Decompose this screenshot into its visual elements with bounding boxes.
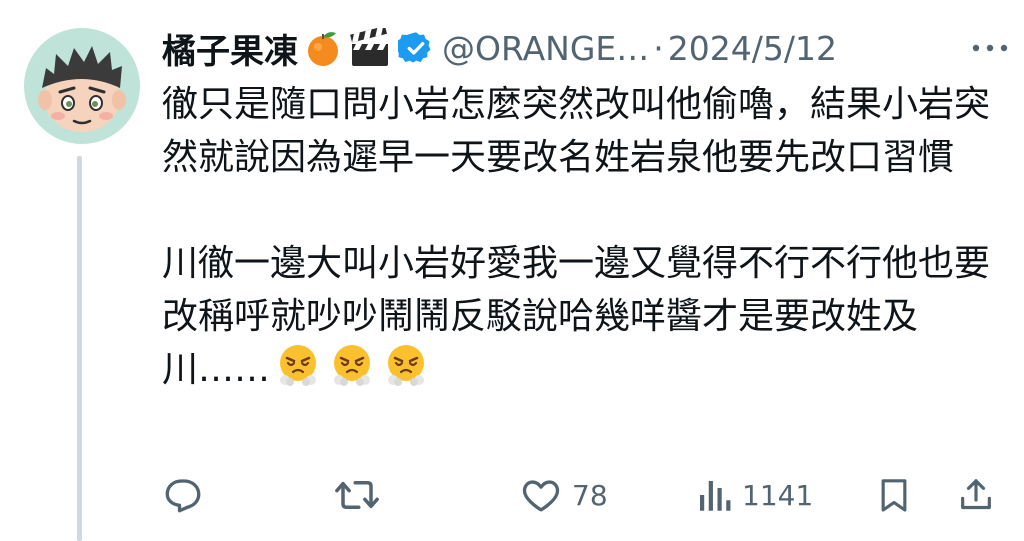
tweet-paragraph-1: 徹只是隨口問小岩怎麼突然改叫他偷嚕，結果小岩突然就說因為遲早一天要改名姓岩泉他要… bbox=[162, 84, 991, 178]
more-dots-icon[interactable] bbox=[970, 30, 1010, 60]
cartoon-boy-avatar-icon bbox=[38, 46, 126, 132]
avatar[interactable] bbox=[24, 28, 140, 144]
orange-emoji-icon bbox=[304, 28, 342, 68]
thread-line bbox=[77, 156, 82, 541]
steam-from-nose-emoji-icon bbox=[280, 345, 317, 386]
like-button[interactable]: 78 bbox=[520, 470, 608, 520]
retweet-button[interactable] bbox=[334, 470, 380, 520]
share-button[interactable] bbox=[956, 470, 996, 520]
trailing-emojis bbox=[276, 343, 428, 387]
reply-button[interactable] bbox=[162, 470, 204, 520]
steam-from-nose-emoji-icon bbox=[334, 345, 371, 386]
steam-from-nose-emoji-icon bbox=[388, 345, 425, 386]
user-handle[interactable]: @ORANGE… bbox=[442, 29, 649, 68]
views-count: 1141 bbox=[742, 478, 814, 512]
tweet-date[interactable]: 2024/5/12 bbox=[668, 29, 837, 68]
clapperboard-emoji-icon bbox=[348, 28, 392, 68]
tweet-paragraph-2: 川徹一邊大叫小岩好愛我一邊又覺得不行不行他也要改稱呼就吵吵鬧鬧反駁說哈幾咩醬才是… bbox=[162, 237, 1002, 396]
bookmark-icon bbox=[881, 479, 907, 512]
heart-icon bbox=[522, 480, 560, 512]
bookmark-button[interactable] bbox=[874, 470, 914, 520]
separator-dot: · bbox=[653, 28, 664, 68]
retweet-icon bbox=[335, 481, 379, 509]
display-name[interactable]: 橘子果凍 bbox=[162, 24, 298, 73]
like-count: 78 bbox=[572, 478, 608, 512]
share-icon bbox=[961, 479, 991, 510]
views-icon bbox=[700, 481, 731, 511]
tweet-header: 橘子果凍 @ORANGE… · 2024/5/12 bbox=[162, 20, 1012, 76]
verified-badge-icon[interactable] bbox=[398, 30, 434, 66]
views-button[interactable]: 1141 bbox=[696, 470, 813, 520]
tweet-text: 徹只是隨口問小岩怎麼突然改叫他偷嚕，結果小岩突然就說因為遲早一天要改名姓岩泉他要… bbox=[162, 78, 1002, 396]
tweet-action-bar: 78 1141 bbox=[162, 470, 1002, 520]
reply-icon bbox=[165, 479, 201, 513]
